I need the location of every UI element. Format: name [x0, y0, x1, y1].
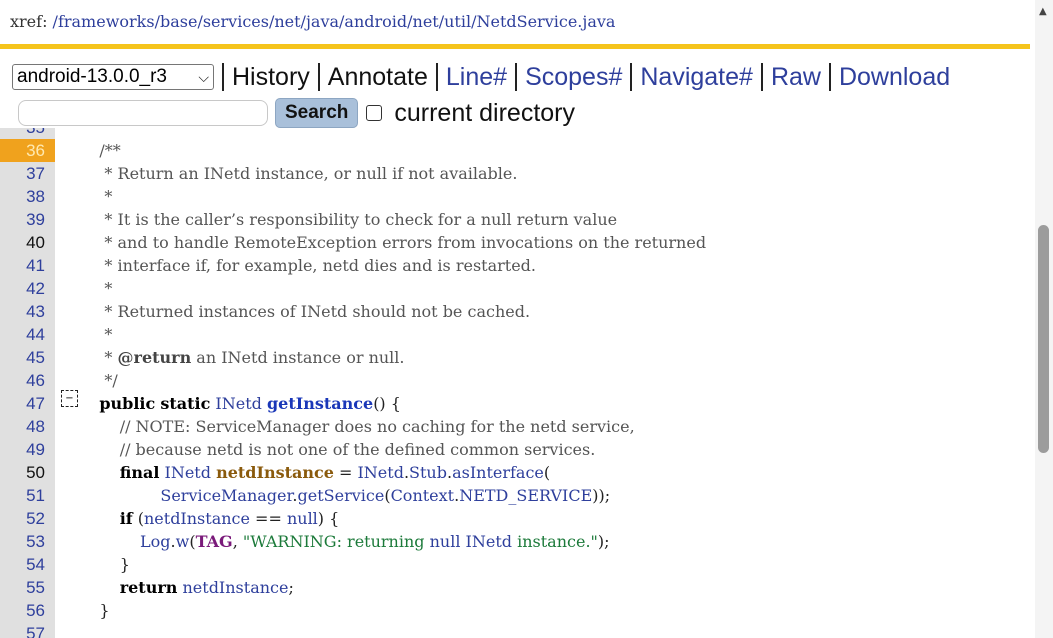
code-line: * It is the caller’s responsibility to c… [79, 210, 618, 229]
version-value: android-13.0.0_r3 [17, 66, 167, 87]
search-row: Search current directory [18, 98, 575, 128]
code-line: * and to handle RemoteException errors f… [79, 233, 707, 252]
code-line: /** [79, 141, 121, 160]
line-number[interactable]: 47 [0, 392, 55, 415]
code-line: Log.w(TAG, "WARNING: returning null INet… [140, 532, 610, 551]
search-button[interactable]: Search [275, 98, 359, 128]
menu-download[interactable]: Download [828, 63, 950, 91]
menu-raw[interactable]: Raw [760, 63, 821, 91]
code-line: if (netdInstance == null) { [119, 509, 340, 528]
line-number[interactable]: 45 [0, 346, 55, 369]
line-number[interactable]: 43 [0, 300, 55, 323]
path-segment[interactable]: /services [197, 12, 269, 31]
version-select[interactable]: android-13.0.0_r3 ⌵ [12, 64, 214, 90]
code-line: public static INetd getInstance() { [99, 394, 401, 413]
search-input[interactable] [18, 100, 268, 126]
path-segments: /frameworks/base/services/net/java/andro… [53, 12, 616, 31]
line-number[interactable]: 48 [0, 415, 55, 438]
path-segment[interactable]: /util [439, 12, 471, 31]
code-line: // NOTE: ServiceManager does no caching … [79, 417, 635, 436]
fold-toggle-icon[interactable]: − [61, 390, 78, 407]
line-number[interactable]: 57 [0, 622, 55, 638]
menu-annotate[interactable]: Annotate [317, 63, 428, 91]
code-line: ServiceManager.getService(Context.NETD_S… [160, 486, 611, 505]
line-number[interactable]: 39 [0, 208, 55, 231]
path-segment[interactable]: /android [339, 12, 407, 31]
code-line: * @return an INetd instance or null. [79, 348, 405, 367]
line-number[interactable]: 54 [0, 553, 55, 576]
menu-navigate[interactable]: Navigate# [630, 63, 753, 91]
line-number[interactable]: 37 [0, 162, 55, 185]
code-line: * [79, 325, 113, 344]
menu-line[interactable]: Line# [435, 63, 507, 91]
line-number[interactable]: 36 [0, 139, 55, 162]
line-number[interactable]: 38 [0, 185, 55, 208]
path-segment[interactable]: /frameworks [53, 12, 155, 31]
line-number[interactable]: 53 [0, 530, 55, 553]
code-line: // because netd is not one of the define… [79, 440, 596, 459]
code-line: * Returned instances of INetd should not… [79, 302, 531, 321]
line-number[interactable]: 41 [0, 254, 55, 277]
path-bar: xref: /frameworks/base/services/net/java… [0, 0, 1030, 49]
code-line: * [79, 187, 113, 206]
line-number[interactable]: 50 [0, 461, 55, 484]
line-number[interactable]: 49 [0, 438, 55, 461]
xref-path: xref: /frameworks/base/services/net/java… [10, 12, 615, 31]
line-number[interactable]: 51 [0, 484, 55, 507]
code-line: } [79, 601, 110, 620]
code-line: * interface if, for example, netd dies a… [79, 256, 537, 275]
line-number[interactable]: 55 [0, 576, 55, 599]
menu-history[interactable]: History [222, 63, 310, 91]
path-segment[interactable]: /base [155, 12, 198, 31]
code-line: */ [79, 371, 118, 390]
code-line: final INetd netdInstance = INetd.Stub.as… [119, 463, 551, 482]
line-number[interactable]: 46 [0, 369, 55, 392]
chevron-down-icon: ⌵ [198, 68, 209, 85]
line-number[interactable]: 42 [0, 277, 55, 300]
menu-bar: android-13.0.0_r3 ⌵ History Annotate Lin… [12, 60, 950, 94]
line-number[interactable]: 40 [0, 231, 55, 254]
path-segment[interactable]: /NetdService.java [471, 12, 615, 31]
code-line: } [79, 555, 130, 574]
code-view: /** * Return an INetd instance, or null … [55, 128, 1035, 638]
line-number[interactable]: 52 [0, 507, 55, 530]
line-number[interactable]: 44 [0, 323, 55, 346]
path-segment[interactable]: /net [269, 12, 301, 31]
scroll-up-arrow-icon[interactable]: ▲ [1039, 6, 1047, 17]
line-number[interactable]: 56 [0, 599, 55, 622]
vertical-scrollbar[interactable]: ▲ [1035, 0, 1053, 638]
path-segment[interactable]: /java [301, 12, 339, 31]
line-number-gutter: 3536373839404142434445464748495051525354… [0, 128, 55, 638]
xref-label: xref: [10, 12, 53, 31]
current-directory-checkbox[interactable] [366, 105, 383, 121]
path-segment[interactable]: /net [407, 12, 439, 31]
code-line: return netdInstance; [119, 578, 294, 597]
menu-scopes[interactable]: Scopes# [515, 63, 622, 91]
current-directory-label: current directory [394, 98, 575, 127]
line-number[interactable]: 35 [0, 128, 55, 139]
code-line: * Return an INetd instance, or null if n… [79, 164, 518, 183]
scroll-thumb[interactable] [1038, 225, 1049, 453]
code-line: * [79, 279, 113, 298]
